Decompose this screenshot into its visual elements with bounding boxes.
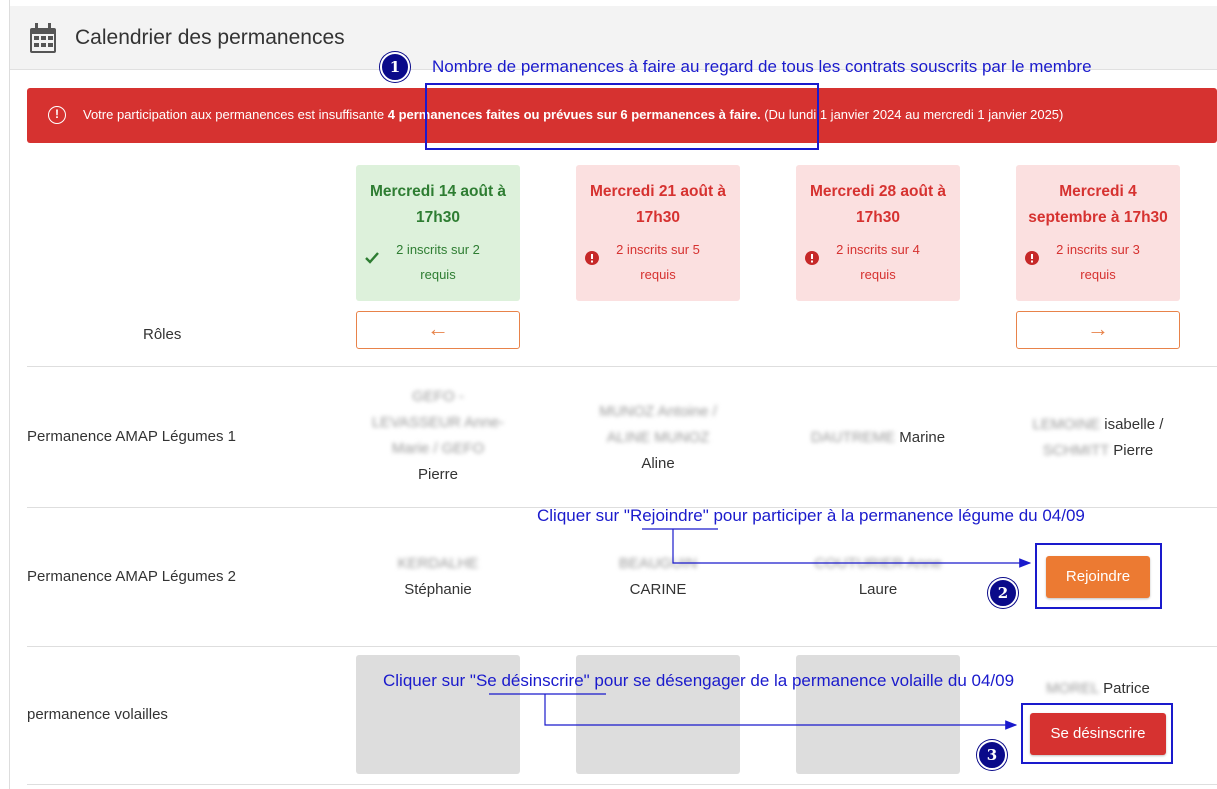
row-divider [27, 784, 1217, 785]
member-name: Aline [641, 455, 675, 472]
role-label-legumes-2: Permanence AMAP Légumes 2 [27, 568, 237, 585]
exclamation-circle-icon [1025, 251, 1039, 265]
annotation-text-1: Nombre de permanences à faire au regard … [432, 57, 1092, 76]
date-label: Mercredi 28 août à 17h30 [809, 183, 947, 226]
role-label-volailles: permanence volailles [27, 706, 168, 723]
registration-count: 2 inscrits sur 4 requis [836, 242, 920, 282]
member-name: Marine [899, 429, 946, 446]
date-card-2: Mercredi 21 août à 17h30 2 inscrits sur … [576, 165, 740, 301]
date-card-1: Mercredi 14 août à 17h30 2 inscrits sur … [356, 165, 520, 301]
member-name: Stéphanie [404, 581, 472, 598]
annotation-highlight-box-1 [425, 83, 819, 150]
exclamation-circle-icon [805, 251, 819, 265]
member-name: Pierre [1113, 442, 1154, 459]
arrow-left-icon: ← [427, 316, 449, 341]
blurred-name: COUTURIER Anne [814, 555, 942, 572]
registration-count: 2 inscrits sur 2 requis [396, 242, 480, 282]
slot-volailles-d4: MOREL Patrice [1016, 676, 1180, 702]
calendar-icon [30, 23, 56, 53]
annotation-badge-2: 2 [988, 578, 1018, 608]
slot-legumes1-d3: DAUTREME Marine [796, 425, 960, 451]
date-card-4: Mercredi 4 septembre à 17h30 2 inscrits … [1016, 165, 1180, 301]
member-name: Laure [858, 581, 898, 598]
role-label-legumes-1: Permanence AMAP Légumes 1 [27, 428, 237, 445]
row-divider [27, 646, 1217, 647]
slot-legumes1-d1: GEFO - LEVASSEUR Anne-Marie / GEFO Pierr… [356, 384, 520, 488]
annotation-text-2: Cliquer sur "Rejoindre" pour participer … [537, 506, 1085, 525]
date-label: Mercredi 21 août à 17h30 [589, 183, 727, 226]
blurred-name: LEMOINE [1032, 416, 1101, 433]
member-name: isabelle / [1104, 416, 1164, 433]
annotation-highlight-box-2 [1035, 543, 1162, 609]
annotation-text-3: Cliquer sur "Se désinscrire" pour se dés… [383, 671, 1015, 690]
member-name: Patrice [1103, 680, 1150, 697]
slot-legumes2-d1: KERDALHE Stéphanie [356, 551, 520, 603]
page-title: Calendrier des permanences [75, 26, 345, 49]
row-divider [27, 366, 1217, 367]
slot-legumes2-d2: BEAUGUIN CARINE [576, 551, 740, 603]
previous-week-button[interactable]: ← [356, 311, 520, 349]
check-icon [365, 252, 379, 264]
annotation-highlight-box-3 [1021, 703, 1173, 764]
registration-count: 2 inscrits sur 3 requis [1056, 242, 1140, 282]
blurred-name: BEAUGUIN [618, 555, 698, 572]
member-name: CARINE [629, 581, 687, 598]
roles-column-header: Rôles [143, 326, 182, 343]
blurred-name: GEFO - LEVASSEUR Anne-Marie / GEFO [371, 388, 505, 457]
slot-legumes2-d3: COUTURIER Anne Laure [796, 551, 960, 603]
slot-legumes1-d2: MUNOZ Antoine / ALINE MUNOZ Aline [576, 399, 740, 477]
alert-prefix: Votre participation aux permanences est … [83, 107, 385, 122]
next-week-button[interactable]: → [1016, 311, 1180, 349]
blurred-name: MOREL [1046, 680, 1099, 697]
date-card-3: Mercredi 28 août à 17h30 2 inscrits sur … [796, 165, 960, 301]
exclamation-circle-icon [585, 251, 599, 265]
blurred-name: MUNOZ Antoine / ALINE MUNOZ [599, 403, 717, 446]
blurred-name: DAUTREME [810, 429, 896, 446]
blurred-name: KERDALHE [397, 555, 479, 572]
exclamation-circle-icon: ! [48, 106, 66, 124]
arrow-right-icon: → [1087, 316, 1109, 341]
slot-legumes1-d4: LEMOINE isabelle / SCHMITT Pierre [1016, 412, 1180, 464]
blurred-name: SCHMITT [1042, 442, 1110, 459]
registration-count: 2 inscrits sur 5 requis [616, 242, 700, 282]
annotation-badge-1: 1 [380, 52, 410, 82]
panel-left-border [9, 0, 10, 789]
member-name: Pierre [417, 466, 458, 483]
date-label: Mercredi 4 septembre à 17h30 [1028, 183, 1168, 226]
date-label: Mercredi 14 août à 17h30 [369, 183, 507, 226]
annotation-badge-3: 3 [977, 740, 1007, 770]
